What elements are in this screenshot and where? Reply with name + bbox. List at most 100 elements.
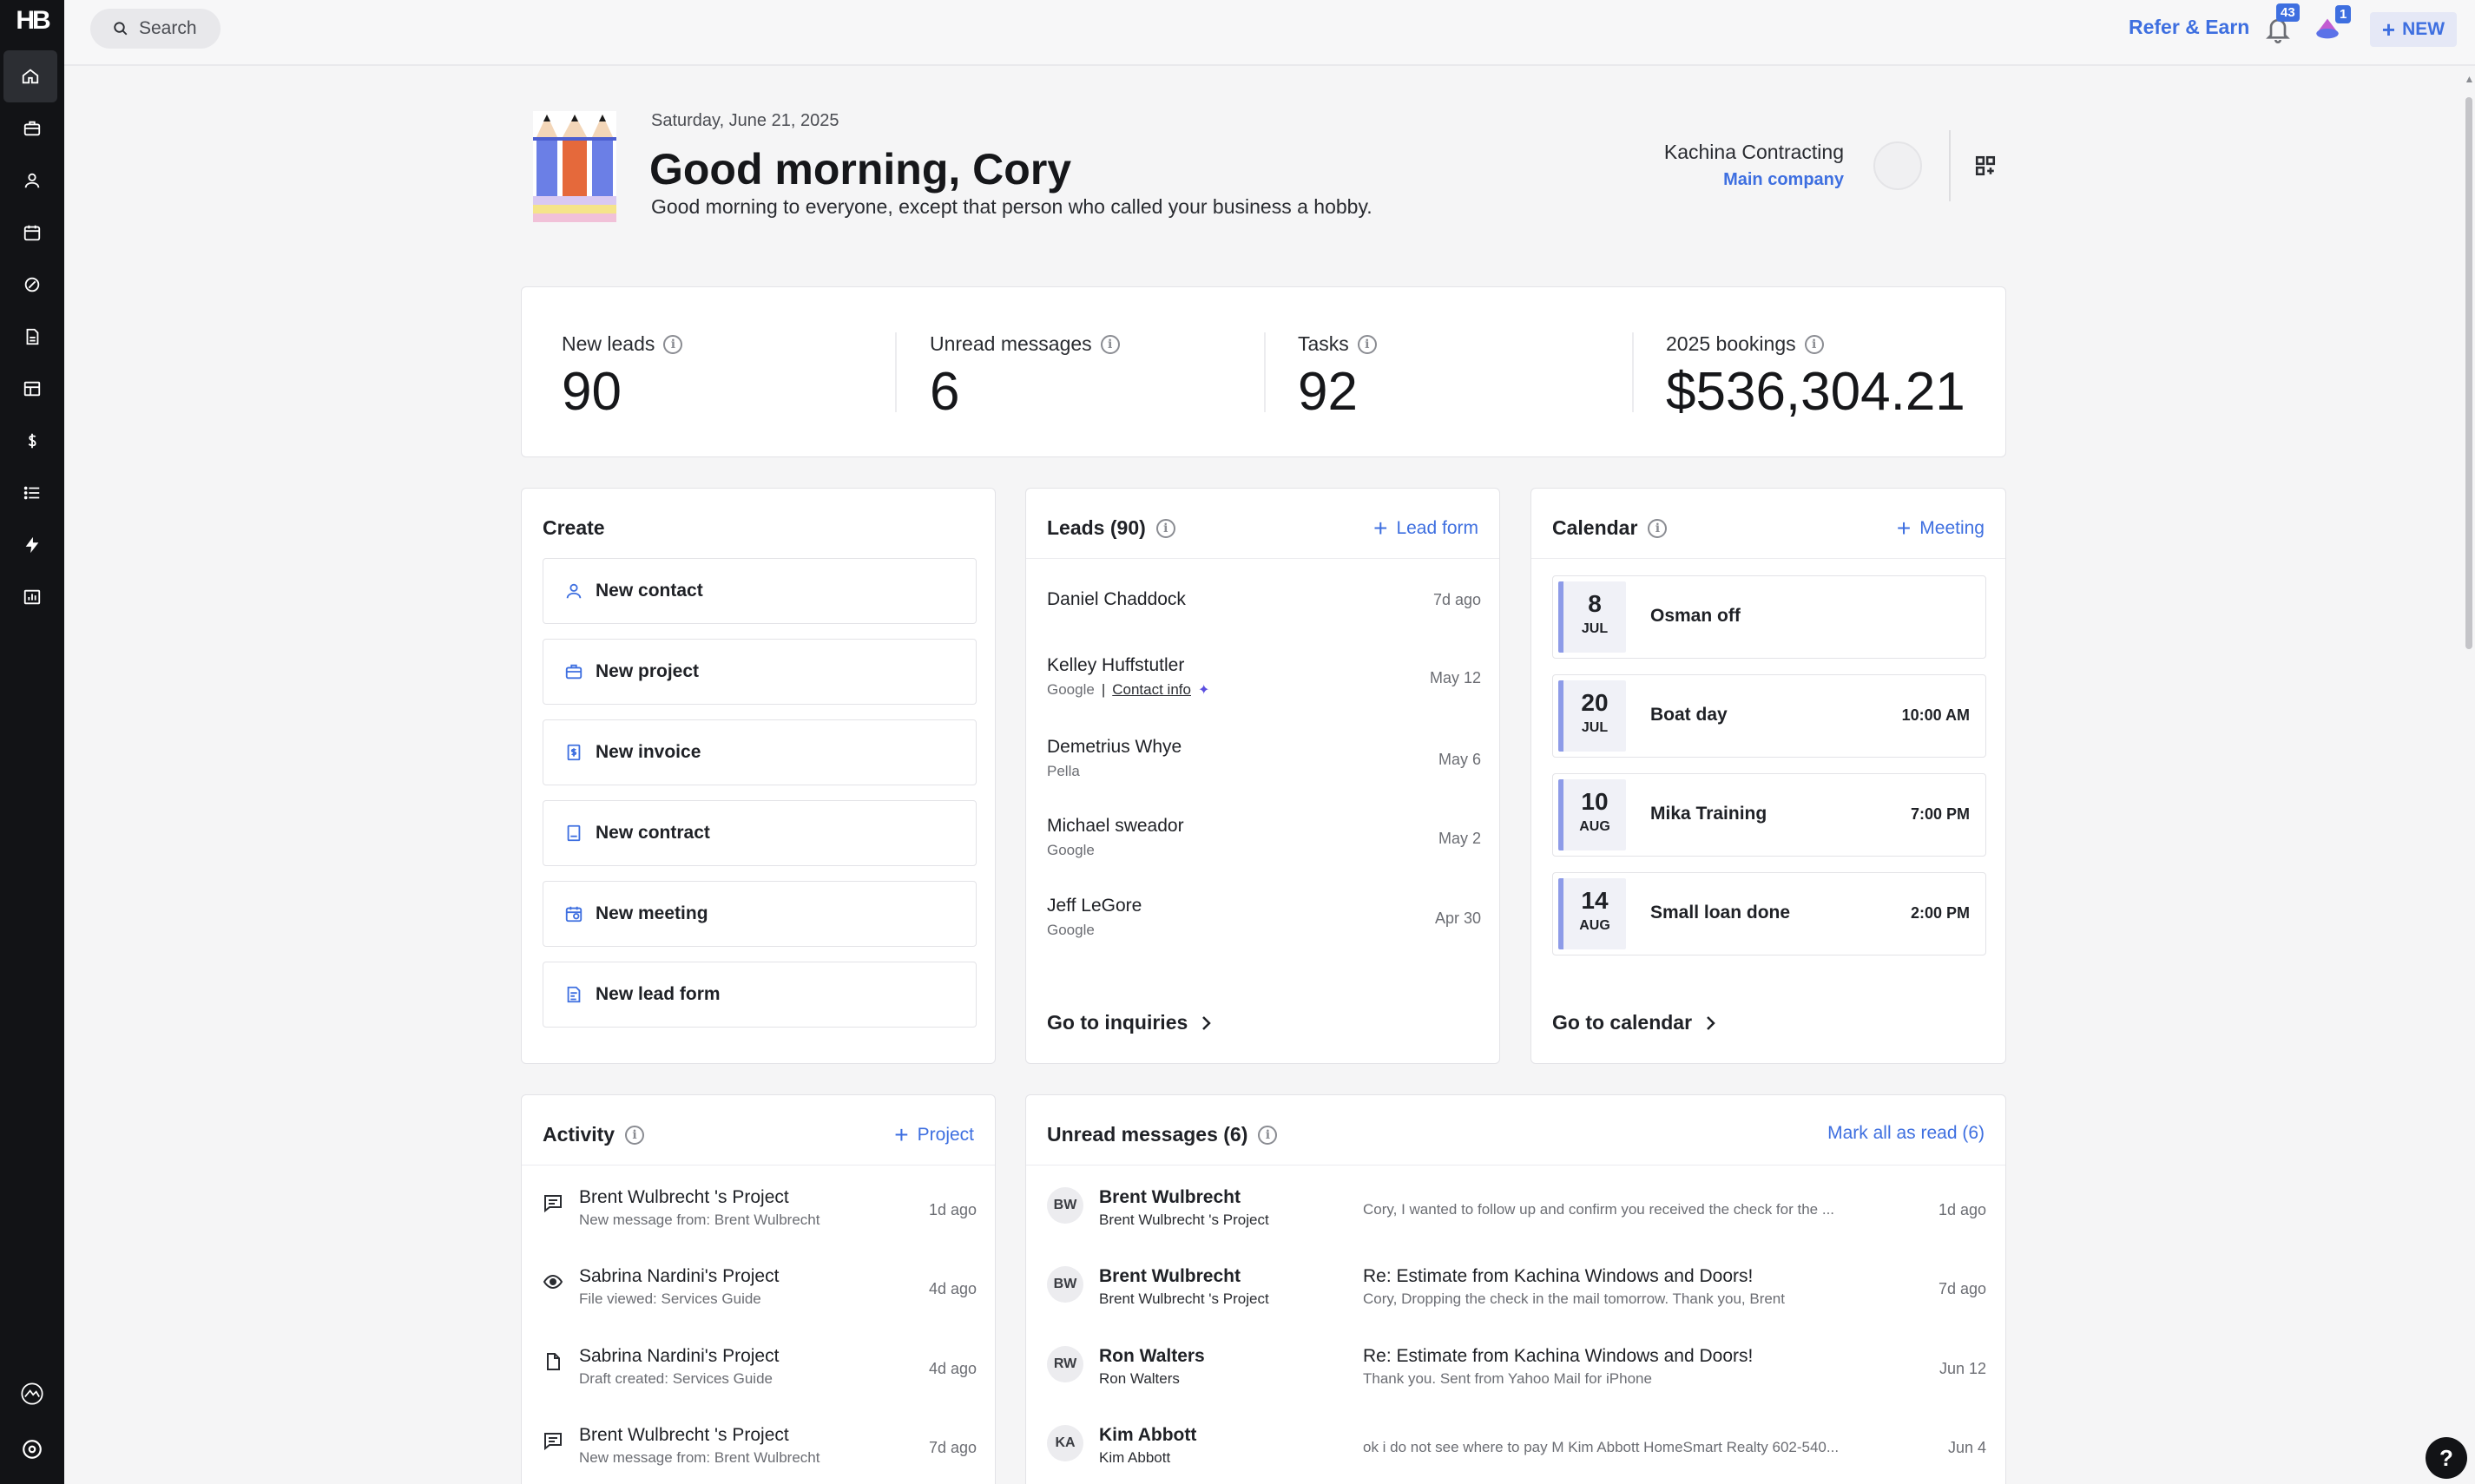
leads-title: Leads (90) i <box>1047 516 1175 540</box>
message-subject: Re: Estimate from Kachina Windows and Do… <box>1363 1346 1754 1366</box>
rewards-button[interactable]: 1 <box>2313 5 2352 43</box>
company-name[interactable]: Kachina Contracting <box>1632 141 1844 164</box>
plus-icon: + <box>1896 515 1912 542</box>
sidebar-item-automations[interactable] <box>0 519 64 571</box>
activity-sub: New message from: Brent Wulbrecht <box>579 1449 820 1466</box>
message-icon <box>543 1430 563 1451</box>
avatar: KA <box>1047 1425 1083 1461</box>
new-contact-button[interactable]: New contact <box>543 558 977 624</box>
new-invoice-button[interactable]: New invoice <box>543 719 977 785</box>
stat-divider <box>1264 332 1266 412</box>
sidebar-item-documents[interactable] <box>0 311 64 363</box>
sidebar-item-contacts[interactable] <box>0 154 64 207</box>
new-meeting-button[interactable]: New meeting <box>543 881 977 947</box>
calendar-event[interactable]: 20 JUL Boat day 10:00 AM <box>1552 674 1986 758</box>
stat-value: $536,304.21 <box>1666 362 1965 422</box>
contact-info-link[interactable]: Contact info <box>1112 681 1191 699</box>
info-icon[interactable]: i <box>625 1125 645 1145</box>
widgets-icon <box>1975 155 1996 176</box>
stat-tasks[interactable]: Tasks i 92 <box>1298 332 1377 423</box>
event-date-block: 10 AUG <box>1558 779 1626 850</box>
notifications-badge: 43 <box>2276 3 2300 22</box>
refer-and-earn-link[interactable]: Refer & Earn <box>2129 16 2249 39</box>
project-name: Brent Wulbrecht 's Project <box>1099 1290 1269 1307</box>
sidebar-item-home[interactable] <box>3 50 57 102</box>
go-to-inquiries-link[interactable]: Go to inquiries <box>1047 1011 1212 1034</box>
create-item-label: New contact <box>596 581 703 601</box>
lead-time: May 6 <box>1438 751 1481 768</box>
sidebar-settings[interactable] <box>0 1423 64 1475</box>
avatar: BW <box>1047 1266 1083 1303</box>
stat-bookings[interactable]: 2025 bookings i $536,304.21 <box>1666 332 1965 423</box>
stat-unread-messages[interactable]: Unread messages i 6 <box>930 332 1120 423</box>
lead-row[interactable]: Kelley Huffstutler Google | Contact info… <box>1047 655 1481 699</box>
sidebar-company-switcher[interactable] <box>0 1368 64 1420</box>
sender-name: Brent Wulbrecht <box>1099 1266 1241 1286</box>
event-date-block: 14 AUG <box>1558 878 1626 949</box>
eye-icon <box>543 1271 563 1292</box>
new-project-button[interactable]: New project <box>543 639 977 705</box>
info-icon[interactable]: i <box>1804 334 1824 354</box>
go-to-calendar-link[interactable]: Go to calendar <box>1552 1011 1716 1034</box>
stat-label: Unread messages <box>930 332 1092 355</box>
calendar-event[interactable]: 10 AUG Mika Training 7:00 PM <box>1552 773 1986 857</box>
sidebar-item-tasks[interactable] <box>0 467 64 519</box>
info-icon[interactable]: i <box>1100 334 1120 354</box>
app-logo[interactable]: HB <box>7 3 57 38</box>
sidebar-item-calendar[interactable] <box>0 207 64 259</box>
home-icon <box>22 69 39 84</box>
lead-form-button[interactable]: + Lead form <box>1373 516 1478 541</box>
info-icon[interactable]: i <box>1357 334 1377 354</box>
add-meeting-button[interactable]: + Meeting <box>1897 516 1985 541</box>
sidebar-item-templates[interactable] <box>0 363 64 415</box>
message-preview: ok i do not see where to pay M Kim Abbot… <box>1363 1439 1840 1455</box>
help-button[interactable]: ? <box>2426 1437 2467 1479</box>
add-project-button[interactable]: + Project <box>894 1123 974 1147</box>
new-button[interactable]: + NEW <box>2370 12 2457 47</box>
activity-title: Sabrina Nardini's Project <box>579 1346 780 1366</box>
sidebar-item-payments[interactable] <box>0 415 64 467</box>
info-icon[interactable]: i <box>663 334 683 354</box>
customize-widgets-button[interactable] <box>1974 154 1997 177</box>
messages-title-text: Unread messages (6) <box>1047 1123 1248 1146</box>
sidebar-item-reports[interactable] <box>0 571 64 623</box>
new-lead-form-button[interactable]: New lead form <box>543 962 977 1028</box>
lead-row[interactable]: Daniel Chaddock 7d ago <box>1047 589 1481 610</box>
lead-row[interactable]: Jeff LeGore Google Apr 30 <box>1047 896 1481 939</box>
person-icon <box>566 583 582 599</box>
info-icon[interactable]: i <box>1648 518 1668 538</box>
company-sub-label[interactable]: Main company <box>1632 170 1844 190</box>
mark-all-read-button[interactable]: Mark all as read (6) <box>1827 1123 1985 1144</box>
info-icon[interactable]: i <box>1258 1125 1278 1145</box>
sidebar-item-signatures[interactable] <box>0 259 64 311</box>
lead-name: Michael sweador <box>1047 816 1184 836</box>
dollar-icon <box>28 433 36 449</box>
info-icon[interactable]: i <box>1155 518 1175 538</box>
chevron-right-icon <box>1202 1015 1212 1030</box>
lead-row[interactable]: Demetrius Whye Pella May 6 <box>1047 737 1481 780</box>
calendar-event[interactable]: 14 AUG Small loan done 2:00 PM <box>1552 872 1986 955</box>
pencils-illustration <box>533 111 616 222</box>
search-input[interactable]: Search <box>90 9 221 49</box>
settings-icon <box>23 1440 42 1459</box>
calendar-event[interactable]: 8 JUL Osman off <box>1552 575 1986 659</box>
stat-new-leads[interactable]: New leads i 90 <box>562 332 683 423</box>
event-month: JUL <box>1581 621 1609 636</box>
lead-row[interactable]: Michael sweador Google May 2 <box>1047 816 1481 859</box>
notifications-button[interactable]: 43 <box>2264 3 2300 45</box>
meeting-label: Meeting <box>1919 518 1985 538</box>
scrollbar-thumb[interactable] <box>2465 97 2472 649</box>
pen-icon <box>24 277 40 292</box>
lead-time: 7d ago <box>1432 591 1481 608</box>
scroll-up-arrow-icon[interactable]: ▲ <box>2464 73 2475 85</box>
greeting-title: Good morning, Cory <box>649 145 1072 194</box>
company-avatar[interactable] <box>1873 141 1922 190</box>
message-icon <box>543 1192 563 1213</box>
sidebar-item-projects[interactable] <box>0 102 64 154</box>
new-contract-button[interactable]: New contract <box>543 800 977 866</box>
message-preview: Cory, I wanted to follow up and confirm … <box>1363 1201 1835 1218</box>
search-icon <box>114 22 128 36</box>
stat-value: 90 <box>562 362 622 422</box>
project-name: Ron Walters <box>1099 1370 1180 1387</box>
unread-messages-card: Unread messages (6) i Mark all as read (6… <box>1025 1094 2006 1484</box>
